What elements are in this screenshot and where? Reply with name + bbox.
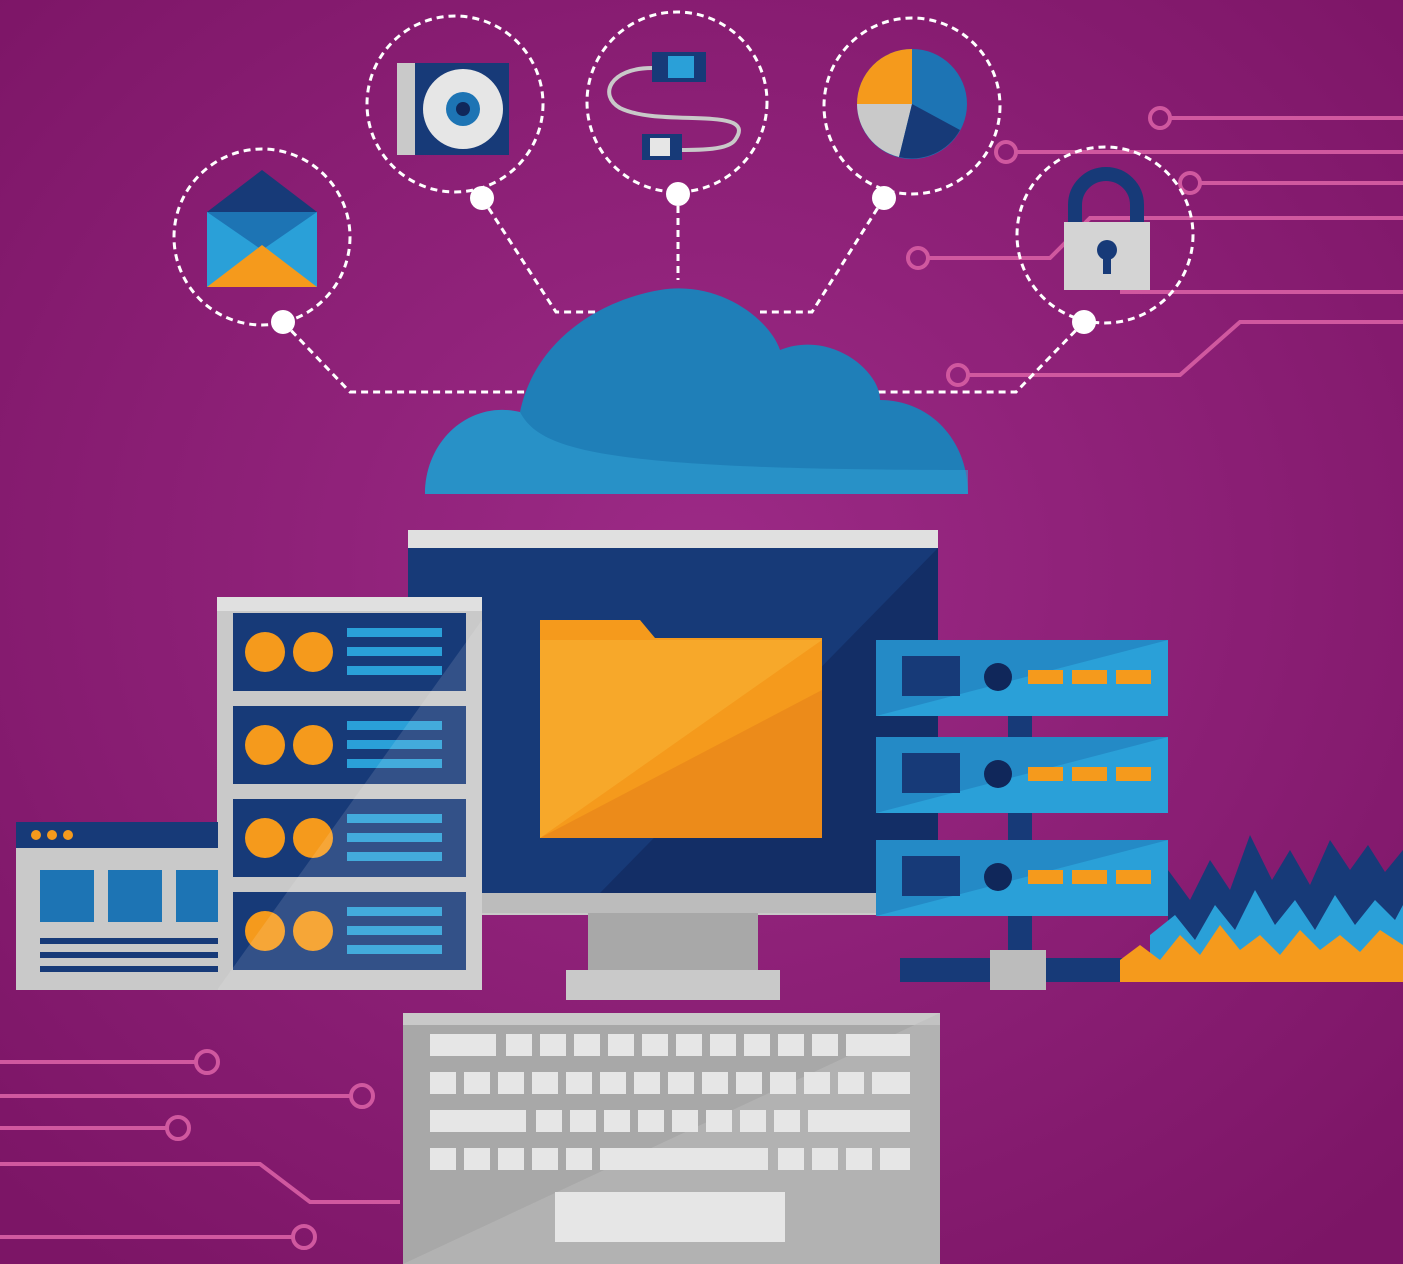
cloud-computing-illustration [0, 0, 1403, 1264]
server-rack [217, 597, 482, 990]
network-server-unit [876, 840, 1168, 916]
server-rack-unit [233, 613, 466, 691]
keyboard [403, 1013, 940, 1264]
pie-chart-icon [857, 49, 967, 159]
browser-window [16, 822, 218, 990]
disc-drive-icon [397, 63, 509, 155]
folder-icon [540, 620, 822, 838]
network-server-unit [876, 737, 1168, 813]
trackpad [555, 1192, 785, 1242]
network-server-unit [876, 640, 1168, 716]
